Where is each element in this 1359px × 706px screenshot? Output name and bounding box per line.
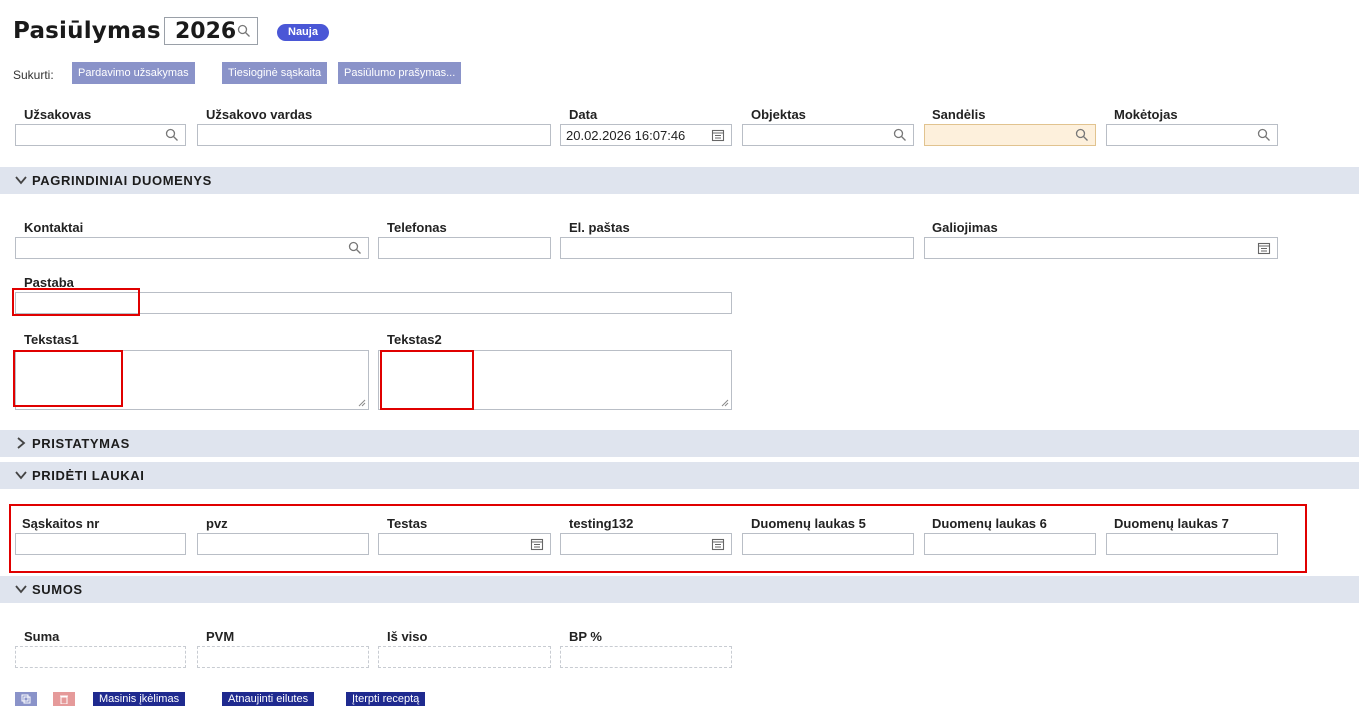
saskaitos-nr-input[interactable] [15, 533, 186, 555]
kontaktai-input[interactable] [15, 237, 369, 259]
label-telefonas: Telefonas [387, 220, 447, 235]
label-is-viso: Iš viso [387, 629, 428, 644]
bp-value [560, 646, 732, 668]
resize-handle-icon[interactable] [358, 399, 366, 407]
duomenu-laukas-5-input[interactable] [742, 533, 914, 555]
highlight-box [13, 350, 123, 407]
testas-input[interactable] [378, 533, 551, 555]
label-tekstas2: Tekstas2 [387, 332, 442, 347]
data-input[interactable]: 20.02.2026 16:07:46 [560, 124, 732, 146]
label-pvm: PVM [206, 629, 235, 644]
pvm-value [197, 646, 369, 668]
label-bp: BP % [569, 629, 602, 644]
chevron-down-icon [15, 471, 27, 480]
create-direct-invoice-button[interactable]: Tiesioginė sąskaita [222, 62, 328, 84]
pvz-input[interactable] [197, 533, 369, 555]
label-tekstas1: Tekstas1 [24, 332, 79, 347]
search-icon[interactable] [237, 24, 251, 38]
calendar-icon[interactable] [1257, 241, 1271, 255]
suma-value [15, 646, 186, 668]
testing132-input[interactable] [560, 533, 732, 555]
label-testing132: testing132 [569, 516, 634, 531]
section-title: SUMOS [32, 582, 83, 597]
telefonas-input[interactable] [378, 237, 551, 259]
label-sandelis: Sandėlis [932, 107, 986, 122]
copy-icon [21, 694, 31, 704]
label-data: Data [569, 107, 598, 122]
search-icon[interactable] [1257, 128, 1271, 142]
galiojimas-input[interactable] [924, 237, 1278, 259]
highlight-box [12, 288, 140, 316]
document-number-field[interactable]: 2026 [164, 17, 258, 45]
search-icon[interactable] [348, 241, 362, 255]
create-sales-order-button[interactable]: Pardavimo užsakymas [72, 62, 195, 84]
uzsakovas-input[interactable] [15, 124, 186, 146]
search-icon[interactable] [893, 128, 907, 142]
page-title: Pasiūlymas [13, 18, 161, 44]
label-testas: Testas [387, 516, 428, 531]
section-sumos[interactable]: SUMOS [0, 576, 1359, 603]
label-kontaktai: Kontaktai [24, 220, 84, 235]
el-pastas-input[interactable] [560, 237, 914, 259]
uzsakovo-vardas-input[interactable] [197, 124, 551, 146]
label-duomenu-laukas-6: Duomenų laukas 6 [932, 516, 1047, 531]
label-suma: Suma [24, 629, 60, 644]
label-saskaitos-nr: Sąskaitos nr [22, 516, 100, 531]
is-viso-value [378, 646, 551, 668]
calendar-icon[interactable] [711, 128, 725, 142]
sukurti-label: Sukurti: [13, 68, 54, 82]
label-uzsakovo-vardas: Užsakovo vardas [206, 107, 313, 122]
chevron-down-icon [15, 585, 27, 594]
sandelis-input[interactable] [924, 124, 1096, 146]
create-offer-request-button[interactable]: Pasiūlumo prašymas... [338, 62, 462, 84]
label-moketojas: Mokėtojas [1114, 107, 1178, 122]
status-badge: Nauja [277, 24, 329, 41]
chevron-right-icon [17, 437, 26, 449]
duomenu-laukas-6-input[interactable] [924, 533, 1096, 555]
label-uzsakovas: Užsakovas [24, 107, 92, 122]
data-value: 20.02.2026 16:07:46 [566, 128, 686, 143]
calendar-icon[interactable] [530, 537, 544, 551]
label-duomenu-laukas-7: Duomenų laukas 7 [1114, 516, 1229, 531]
chevron-down-icon [15, 176, 27, 185]
label-el-pastas: El. paštas [569, 220, 630, 235]
moketojas-input[interactable] [1106, 124, 1278, 146]
label-galiojimas: Galiojimas [932, 220, 998, 235]
resize-handle-icon[interactable] [721, 399, 729, 407]
search-icon[interactable] [165, 128, 179, 142]
label-pvz: pvz [206, 516, 228, 531]
search-icon[interactable] [1075, 128, 1089, 142]
highlight-box [380, 350, 474, 410]
section-title: PAGRINDINIAI DUOMENYS [32, 173, 212, 188]
label-duomenu-laukas-5: Duomenų laukas 5 [751, 516, 866, 531]
duomenu-laukas-7-input[interactable] [1106, 533, 1278, 555]
calendar-icon[interactable] [711, 537, 725, 551]
section-prideti-laukai[interactable]: PRIDĖTI LAUKAI [0, 462, 1359, 489]
section-pristatymas[interactable]: PRISTATYMAS [0, 430, 1359, 457]
label-objektas: Objektas [751, 107, 806, 122]
section-pagrindiniai-duomenys[interactable]: PAGRINDINIAI DUOMENYS [0, 167, 1359, 194]
trash-icon [60, 695, 68, 704]
objektas-input[interactable] [742, 124, 914, 146]
document-number: 2026 [175, 19, 237, 44]
section-title: PRIDĖTI LAUKAI [32, 468, 145, 483]
section-title: PRISTATYMAS [32, 436, 130, 451]
